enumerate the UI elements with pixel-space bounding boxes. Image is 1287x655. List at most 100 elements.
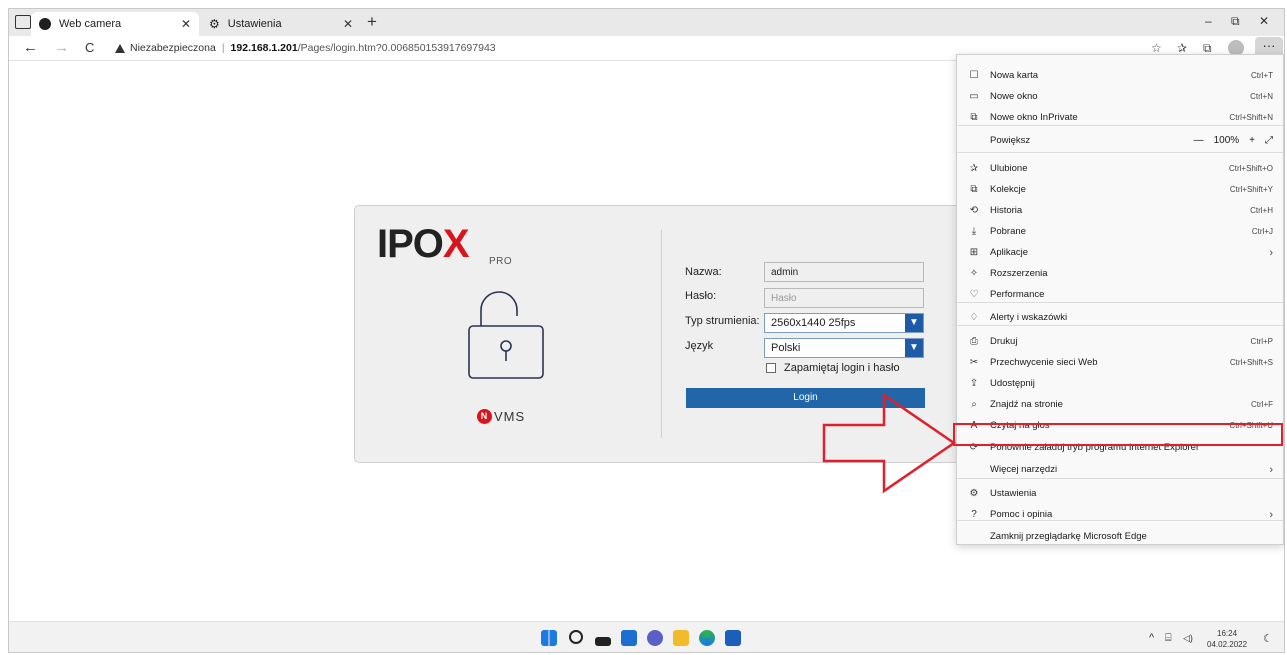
menu-item-favorites[interactable]: ✰ Ulubione Ctrl+Shift+O [957,158,1283,179]
unlocked-padlock-icon [468,291,544,379]
menu-item-zoom[interactable]: Powiększ — 100% + ⤢ [957,130,1283,151]
language-label: Język [685,340,714,352]
restore-icon[interactable]: ⧉ [1231,14,1240,29]
extensions-icon: ✧ [969,268,979,279]
name-label: Nazwa: [685,266,722,278]
tab-actions-icon[interactable] [15,15,31,29]
menu-item-new-tab[interactable]: ☐ Nowa karta Ctrl+T [957,65,1283,86]
fullscreen-button[interactable]: ⤢ [1265,135,1273,146]
menu-item-history[interactable]: ⟲ Historia Ctrl+H [957,200,1283,221]
chevron-right-icon: › [1269,508,1273,521]
ipox-logo: IPOX [377,222,470,266]
zoom-out-button[interactable]: — [1194,135,1204,146]
performance-icon: ♡ [969,289,979,300]
menu-item-label: Znajdź na stronie [990,399,1063,410]
url-field[interactable]: Niezabezpieczona | 192.168.1.201 /Pages/… [115,42,496,54]
menu-item-apps[interactable]: ⊞ Aplikacje › [957,242,1283,263]
menu-item-label: Historia [990,205,1023,216]
new-tab-icon: ☐ [969,70,979,81]
panel-divider [661,230,662,438]
back-icon[interactable]: ← [23,39,38,56]
menu-item-web-capture[interactable]: ✂ Przechwycenie sieci Web Ctrl+Shift+S [957,352,1283,373]
collections-icon: ⧉ [970,184,978,195]
volume-icon[interactable]: ◁) [1183,633,1193,644]
taskbar-clock[interactable]: 16:24 04.02.2022 [1207,628,1247,650]
taskbar: ^ ⌸ ◁) 16:24 04.02.2022 ☾ [9,621,1284,652]
menu-item-settings[interactable]: ⚙ Ustawienia [957,483,1283,504]
menu-item-shortcut: Ctrl+Shift+Y [1229,185,1273,194]
refresh-icon[interactable]: C [85,40,94,55]
menu-item-label: Nowe okno [990,91,1038,102]
menu-item-new-window[interactable]: ▭ Nowe okno Ctrl+N [957,86,1283,107]
close-window-icon[interactable]: ✕ [1259,14,1269,28]
chevron-down-icon[interactable]: ▼ [905,339,923,357]
web-capture-icon: ✂ [969,357,979,368]
insecure-label[interactable]: Niezabezpieczona [130,42,216,54]
camera-favicon-icon [39,18,51,30]
clock-date: 04.02.2022 [1207,640,1248,649]
password-label: Hasło: [685,290,717,302]
tab-close-icon[interactable]: ✕ [343,17,353,31]
minimize-icon[interactable]: – [1205,14,1212,28]
tab-web-camera[interactable]: Web camera ✕ [31,12,199,36]
gear-icon: ⚙ [209,17,220,31]
file-explorer-icon[interactable] [673,630,689,646]
menu-item-shortcut: Ctrl+N [1250,92,1273,101]
remember-login-checkbox[interactable]: Zapamiętaj login i hasło [766,362,900,374]
tab-close-icon[interactable]: ✕ [181,17,191,31]
menu-item-shortcut: Ctrl+F [1251,400,1273,409]
favorites-icon[interactable]: ✰ [1177,41,1187,55]
zoom-level: 100% [1213,135,1240,146]
menu-item-print[interactable]: ⎙ Drukuj Ctrl+P [957,331,1283,352]
menu-item-label: Nowa karta [990,70,1039,81]
notifications-icon[interactable]: ☾ [1263,632,1273,645]
widgets-icon[interactable] [621,630,637,646]
chevron-right-icon: › [1269,246,1273,259]
annotation-arrow [822,393,957,493]
menu-item-shortcut: Ctrl+J [1251,227,1273,236]
menu-item-extensions[interactable]: ✧ Rozszerzenia [957,263,1283,284]
tray-chevron-icon[interactable]: ^ [1149,632,1154,644]
forward-icon[interactable]: → [54,39,69,56]
password-input[interactable] [764,288,924,308]
alerts-and-tips-icon: ♢ [969,312,979,323]
menu-item-help-and-feedback[interactable]: ? Pomoc i opinia › [957,504,1283,525]
menu-item-close-edge[interactable]: Zamknij przeglądarkę Microsoft Edge [957,526,1283,547]
stream-type-value: 2560x1440 25fps [771,317,856,329]
menu-item-share[interactable]: ⇪ Udostępnij [957,373,1283,394]
zoom-in-button[interactable]: + [1249,135,1255,146]
stream-type-select[interactable]: 2560x1440 25fps ▼ [764,313,924,333]
chat-icon[interactable] [647,630,663,646]
menu-item-label: Alerty i wskazówki [990,312,1068,323]
menu-item-downloads[interactable]: ⤓ Pobrane Ctrl+J [957,221,1283,242]
tab-ustawienia[interactable]: ⚙ Ustawienia ✕ [201,12,361,36]
menu-item-collections[interactable]: ⧉ Kolekcje Ctrl+Shift+Y [957,179,1283,200]
menu-item-find-on-page[interactable]: ⌕ Znajdź na stronie Ctrl+F [957,394,1283,415]
chevron-down-icon[interactable]: ▼ [905,314,923,332]
add-favorite-icon[interactable]: ☆ [1151,41,1162,55]
share-icon: ⇪ [969,378,979,389]
search-icon[interactable] [569,630,583,644]
menu-item-label: Aplikacje [990,247,1029,258]
language-select[interactable]: Polski ▼ [764,338,924,358]
menu-item-shortcut: Ctrl+T [1251,71,1273,80]
store-icon[interactable] [725,630,741,646]
task-view-icon[interactable] [595,637,611,646]
language-value: Polski [771,342,801,354]
menu-item-label: Powiększ [990,135,1031,146]
warning-icon[interactable] [115,43,125,53]
network-icon[interactable]: ⌸ [1165,632,1172,645]
menu-item-shortcut: Ctrl+H [1250,206,1273,215]
username-input[interactable] [764,262,924,282]
checkbox-icon[interactable] [766,363,776,373]
menu-item-label: Performance [990,289,1045,300]
browser-settings-menu: ☐ Nowa karta Ctrl+T ▭ Nowe okno Ctrl+N ⧉ Nowe o… [956,54,1284,545]
menu-item-more-tools[interactable]: Więcej narzędzi › [957,459,1283,480]
new-tab-icon[interactable]: + [367,12,377,32]
favorites-icon: ✰ [969,163,979,174]
edge-icon[interactable] [699,630,715,646]
menu-separator [957,152,1283,153]
start-icon[interactable] [541,630,557,646]
menu-item-label: Więcej narzędzi [990,464,1058,475]
history-icon: ⟲ [969,205,979,216]
